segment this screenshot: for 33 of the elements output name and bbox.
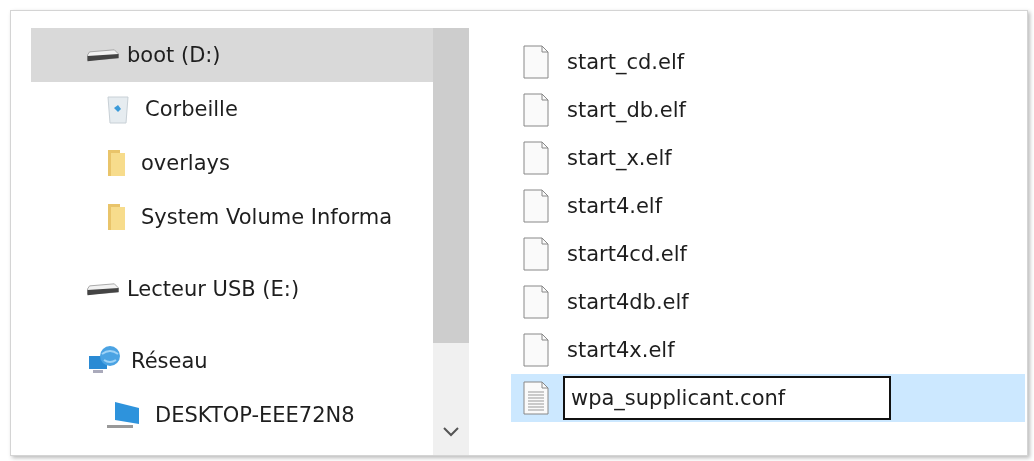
scrollbar-thumb[interactable] xyxy=(433,28,469,343)
file-item[interactable]: start4db.elf xyxy=(511,278,1025,326)
file-item[interactable]: start4cd.elf xyxy=(511,230,1025,278)
text-file-icon xyxy=(523,381,549,415)
scrollbar[interactable] xyxy=(433,28,469,455)
file-item[interactable]: start_x.elf xyxy=(511,134,1025,182)
drive-icon xyxy=(87,48,119,62)
navigation-item[interactable]: Corbeille xyxy=(31,82,433,136)
navigation-item[interactable]: System Volume Informa xyxy=(31,190,433,244)
file-icon xyxy=(523,285,549,319)
file-item[interactable]: start4.elf xyxy=(511,182,1025,230)
file-icon xyxy=(523,237,549,271)
file-item[interactable]: start_cd.elf xyxy=(511,38,1025,86)
drive-icon xyxy=(87,282,119,296)
file-icon xyxy=(523,189,549,223)
recycle-bin-icon xyxy=(105,94,131,124)
file-icon xyxy=(523,45,549,79)
file-item[interactable]: start_db.elf xyxy=(511,86,1025,134)
file-icon xyxy=(523,93,549,127)
folder-icon xyxy=(105,202,127,232)
navigation-item[interactable]: Réseau xyxy=(31,334,433,388)
monitor-icon xyxy=(105,400,141,430)
navigation-item[interactable]: Lecteur USB (E:) xyxy=(31,262,433,316)
file-item[interactable]: wpa_supplicant.conf xyxy=(511,374,1025,422)
file-icon xyxy=(523,333,549,367)
rename-field[interactable]: wpa_supplicant.conf xyxy=(563,376,891,420)
file-icon xyxy=(523,141,549,175)
navigation-item[interactable]: DESKTOP-EEE72N8 xyxy=(31,388,433,442)
file-item[interactable]: start4x.elf xyxy=(511,326,1025,374)
navigation-item[interactable]: boot (D:) xyxy=(31,28,433,82)
navigation-item[interactable]: overlays xyxy=(31,136,433,190)
chevron-down-icon[interactable] xyxy=(443,427,459,437)
folder-icon xyxy=(105,148,127,178)
